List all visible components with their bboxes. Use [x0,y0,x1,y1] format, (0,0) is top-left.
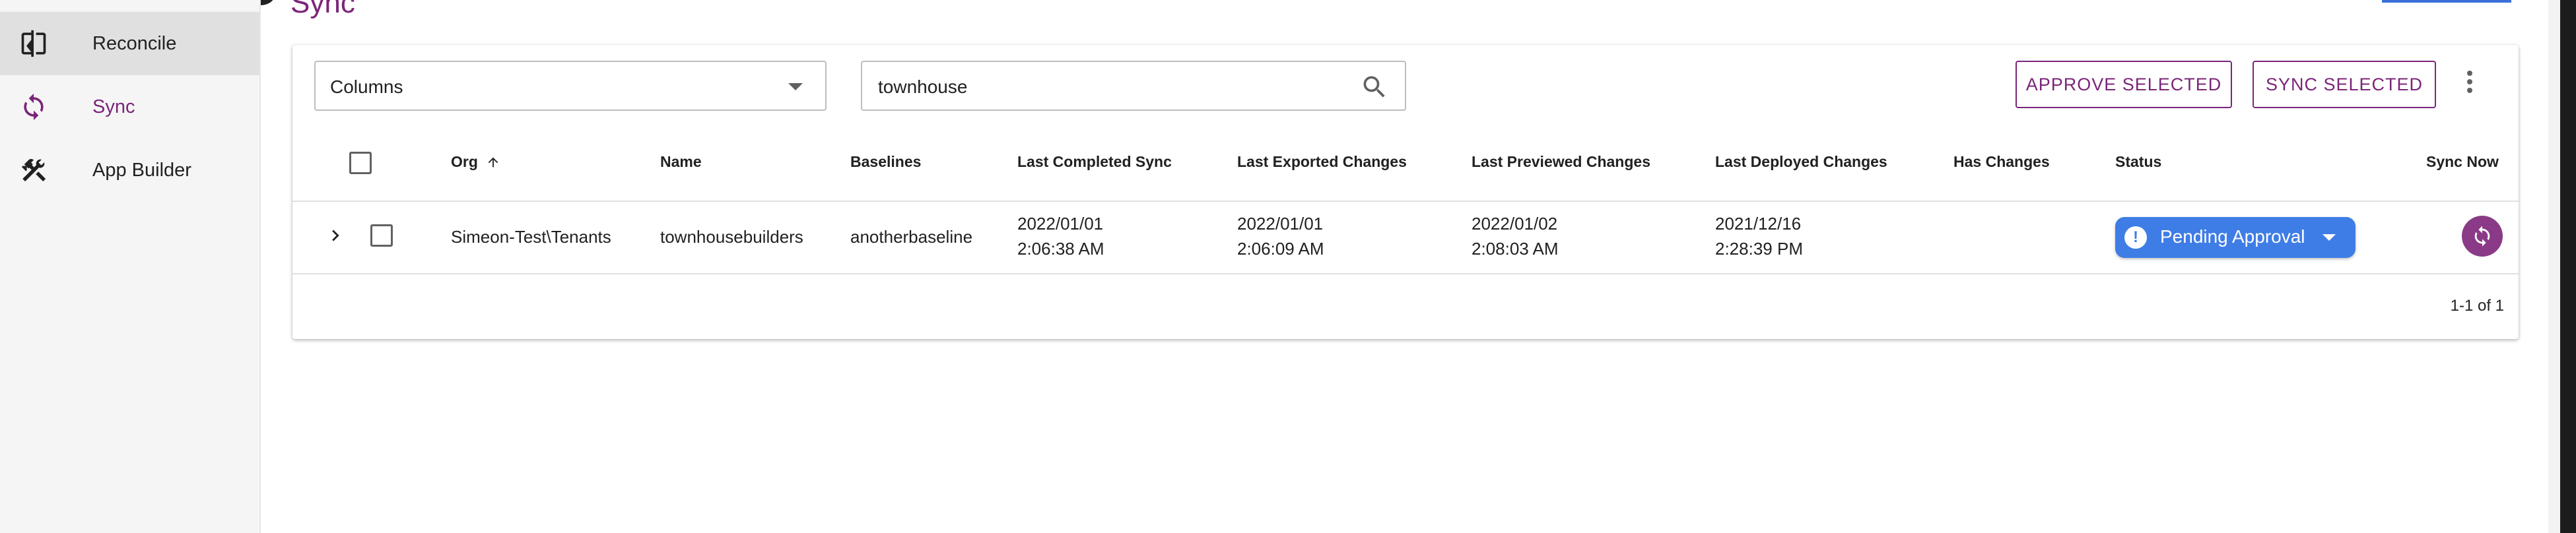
chevron-down-icon [2322,234,2336,241]
sync-now-button[interactable] [2462,216,2503,257]
cell-last-previewed-time: 2:08:03 AM [1472,239,1559,259]
window-edge [2548,0,2560,533]
chevron-right-icon[interactable] [324,224,347,250]
more-options-icon[interactable] [2460,69,2480,95]
column-header-last-completed-sync[interactable]: Last Completed Sync [1017,153,1172,171]
search-field[interactable] [861,61,1406,111]
alert-icon: ! [2124,226,2147,249]
cell-org: Simeon-Test\Tenants [451,227,611,247]
column-header-label: Org [451,153,478,170]
header-divider [292,201,2519,202]
sync-table-card: Columns APPROVE SELECTED SYNC SELECTED O… [292,45,2519,339]
cell-last-completed-date: 2022/01/01 [1017,214,1104,234]
cell-last-deployed-date: 2021/12/16 [1715,214,1802,234]
cell-name: townhousebuilders [660,227,803,247]
columns-select-label: Columns [330,77,403,97]
search-icon[interactable] [1360,73,1389,102]
column-header-org[interactable]: Org [451,153,500,171]
search-input[interactable] [877,74,1341,100]
header-link-underline[interactable] [2382,0,2511,3]
sidebar-item-sync[interactable]: Sync [0,75,259,139]
sync-selected-button[interactable]: SYNC SELECTED [2253,61,2436,108]
select-all-checkbox[interactable] [349,152,372,174]
sidebar-item-label: App Builder [92,159,191,181]
cell-last-deployed-time: 2:28:39 PM [1715,239,1803,259]
column-header-baselines[interactable]: Baselines [850,153,921,171]
column-header-last-previewed-changes[interactable]: Last Previewed Changes [1472,153,1650,171]
status-label: Pending Approval [2160,226,2305,247]
sidebar: Reconcile Sync App Builder [0,0,261,533]
arrow-up-icon [488,157,498,168]
cell-last-completed-time: 2:06:38 AM [1017,239,1104,259]
sidebar-item-app-builder[interactable]: App Builder [0,139,259,202]
column-header-last-deployed-changes[interactable]: Last Deployed Changes [1715,153,1887,171]
column-header-last-exported-changes[interactable]: Last Exported Changes [1237,153,1407,171]
status-dropdown[interactable]: ! Pending Approval [2115,217,2356,258]
pagination-label: 1-1 of 1 [2450,297,2504,315]
approve-selected-button[interactable]: APPROVE SELECTED [2016,61,2232,108]
columns-select[interactable]: Columns [314,61,827,111]
chevron-down-icon [788,83,803,90]
sync-icon [18,92,49,122]
cell-baselines: anotherbaseline [850,227,973,247]
column-header-status[interactable]: Status [2115,153,2161,171]
sidebar-item-label: Reconcile [92,32,177,54]
window-border [2560,0,2576,533]
tools-icon [18,155,49,185]
sidebar-item-label: Sync [92,96,135,117]
page-title: Sync [290,0,355,19]
sidebar-item-reconcile[interactable]: Reconcile [0,12,259,75]
cell-last-previewed-date: 2022/01/02 [1472,214,1558,234]
sync-icon [2474,226,2490,247]
column-header-sync-now[interactable]: Sync Now [2426,153,2499,171]
column-header-name[interactable]: Name [660,153,702,171]
cell-last-exported-date: 2022/01/01 [1237,214,1324,234]
column-header-has-changes[interactable]: Has Changes [1953,153,2050,171]
cell-last-exported-time: 2:06:09 AM [1237,239,1324,259]
row-divider [292,273,2519,274]
reconcile-icon [18,28,49,59]
row-checkbox[interactable] [370,224,393,247]
